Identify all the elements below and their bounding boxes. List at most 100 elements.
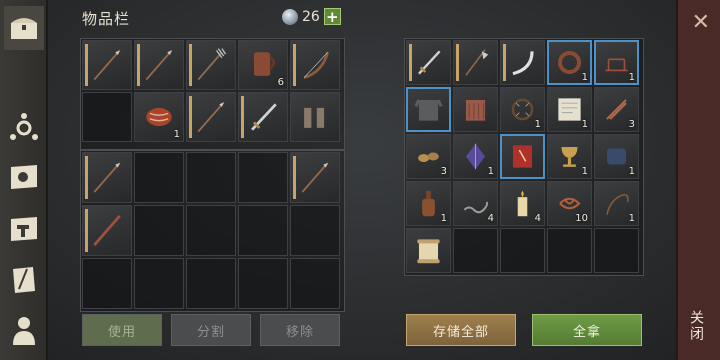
container-slot[interactable] bbox=[406, 40, 451, 85]
inventory-slot[interactable]: 1 bbox=[134, 92, 184, 142]
container-slot[interactable] bbox=[500, 134, 545, 179]
item-count: 1 bbox=[628, 166, 635, 177]
inventory-slot[interactable] bbox=[238, 152, 288, 203]
item-count: 3 bbox=[628, 119, 635, 130]
spear-icon bbox=[93, 162, 121, 193]
remove-button[interactable]: 移除 bbox=[260, 314, 340, 346]
use-button[interactable]: 使用 bbox=[82, 314, 162, 346]
item-count: 1 bbox=[440, 213, 447, 224]
container-grid: 1 1 1 1 3 3 1 1 1 1 4 4 10 1 bbox=[406, 40, 639, 273]
inventory-slot[interactable] bbox=[82, 152, 132, 203]
container-slot[interactable]: 4 bbox=[453, 181, 498, 226]
bow-icon bbox=[303, 51, 330, 80]
container-slot[interactable] bbox=[594, 228, 639, 273]
inventory-slot[interactable] bbox=[134, 40, 184, 90]
scroll-icon bbox=[417, 239, 440, 264]
item-count: 6 bbox=[277, 77, 284, 88]
inventory-slot[interactable] bbox=[238, 258, 288, 309]
container-slot[interactable] bbox=[500, 40, 545, 85]
inventory-slot[interactable] bbox=[134, 205, 184, 256]
inventory-slot[interactable] bbox=[238, 205, 288, 256]
currency-display: 26 + bbox=[282, 8, 341, 26]
inventory-slot[interactable] bbox=[186, 40, 236, 90]
inventory-slot[interactable] bbox=[290, 152, 340, 203]
inventory-slot[interactable]: 6 bbox=[238, 40, 288, 90]
split-button[interactable]: 分割 bbox=[171, 314, 251, 346]
chest-icon[interactable] bbox=[4, 6, 44, 50]
container-slot[interactable]: 1 bbox=[453, 134, 498, 179]
take-all-button[interactable]: 全拿 bbox=[532, 314, 642, 346]
inventory-slot[interactable] bbox=[186, 258, 236, 309]
build-map-icon[interactable] bbox=[4, 206, 44, 250]
container-slot[interactable] bbox=[453, 228, 498, 273]
container-slot[interactable]: 1 bbox=[547, 87, 592, 132]
close-label[interactable]: 关闭 bbox=[686, 310, 706, 342]
container-slot[interactable] bbox=[453, 40, 498, 85]
container-slot[interactable] bbox=[453, 87, 498, 132]
container-slot[interactable]: 10 bbox=[547, 181, 592, 226]
container-slot[interactable] bbox=[406, 87, 451, 132]
inventory-title: 物品栏 bbox=[82, 10, 131, 28]
item-count: 1 bbox=[581, 119, 588, 130]
inventory-slot[interactable] bbox=[186, 92, 236, 142]
item-count: 1 bbox=[534, 119, 541, 130]
inventory-slot[interactable] bbox=[186, 205, 236, 256]
inventory-slot[interactable] bbox=[290, 205, 340, 256]
bloody-spear-icon bbox=[93, 215, 121, 246]
inventory-slot[interactable] bbox=[290, 258, 340, 309]
sword-icon bbox=[251, 103, 277, 131]
store-all-button[interactable]: 存储全部 bbox=[406, 314, 516, 346]
pitchfork-icon bbox=[197, 48, 227, 81]
spear-icon bbox=[145, 49, 173, 81]
container-slot[interactable]: 3 bbox=[406, 134, 451, 179]
scimitar-icon bbox=[512, 51, 534, 76]
currency-amount: 26 bbox=[302, 8, 320, 25]
item-count: 3 bbox=[440, 166, 447, 177]
close-panel[interactable]: ✕ 关闭 bbox=[676, 0, 720, 360]
character-icon[interactable] bbox=[4, 308, 44, 352]
inventory-slot[interactable] bbox=[82, 92, 132, 142]
item-count: 1 bbox=[581, 72, 588, 83]
sidebar bbox=[0, 0, 48, 360]
halberd-icon bbox=[465, 49, 489, 76]
sword-icon bbox=[418, 50, 441, 75]
add-currency-button[interactable]: + bbox=[323, 8, 341, 26]
faction-icon[interactable] bbox=[4, 106, 44, 150]
spear-icon bbox=[197, 101, 225, 133]
inventory-grid-bottom bbox=[82, 152, 340, 309]
item-count: 10 bbox=[575, 213, 588, 224]
item-count: 4 bbox=[487, 213, 494, 224]
container-slot[interactable] bbox=[547, 228, 592, 273]
container-slot[interactable]: 1 bbox=[547, 134, 592, 179]
spear-icon bbox=[93, 49, 121, 81]
container-slot[interactable]: 4 bbox=[500, 181, 545, 226]
inventory-slot[interactable] bbox=[186, 152, 236, 203]
inventory-slot[interactable] bbox=[82, 205, 132, 256]
container-slot[interactable] bbox=[406, 228, 451, 273]
close-icon[interactable]: ✕ bbox=[692, 10, 710, 35]
inventory-slot[interactable] bbox=[290, 40, 340, 90]
container-slot[interactable]: 1 bbox=[547, 40, 592, 85]
container-slot[interactable]: 1 bbox=[594, 40, 639, 85]
container-slot[interactable]: 1 bbox=[500, 87, 545, 132]
item-count: 1 bbox=[173, 129, 180, 140]
gloves-icon bbox=[304, 107, 325, 128]
inventory-slot[interactable] bbox=[238, 92, 288, 142]
recipe-icon[interactable] bbox=[4, 258, 44, 302]
container-slot[interactable]: 3 bbox=[594, 87, 639, 132]
inventory-slot[interactable] bbox=[134, 258, 184, 309]
inventory-slot[interactable] bbox=[82, 258, 132, 309]
inventory-slot[interactable] bbox=[290, 92, 340, 142]
chainmail-icon bbox=[414, 99, 443, 121]
item-count: 1 bbox=[487, 166, 494, 177]
container-slot[interactable] bbox=[500, 228, 545, 273]
container-slot[interactable]: 1 bbox=[406, 181, 451, 226]
inventory-slot[interactable] bbox=[134, 152, 184, 203]
inventory-slot[interactable] bbox=[82, 40, 132, 90]
container-slot[interactable]: 1 bbox=[594, 181, 639, 226]
red-book-icon bbox=[512, 145, 533, 168]
sun-map-icon[interactable] bbox=[4, 154, 44, 198]
gem-icon bbox=[282, 8, 298, 25]
container-slot[interactable]: 1 bbox=[594, 134, 639, 179]
item-count: 1 bbox=[581, 166, 588, 177]
